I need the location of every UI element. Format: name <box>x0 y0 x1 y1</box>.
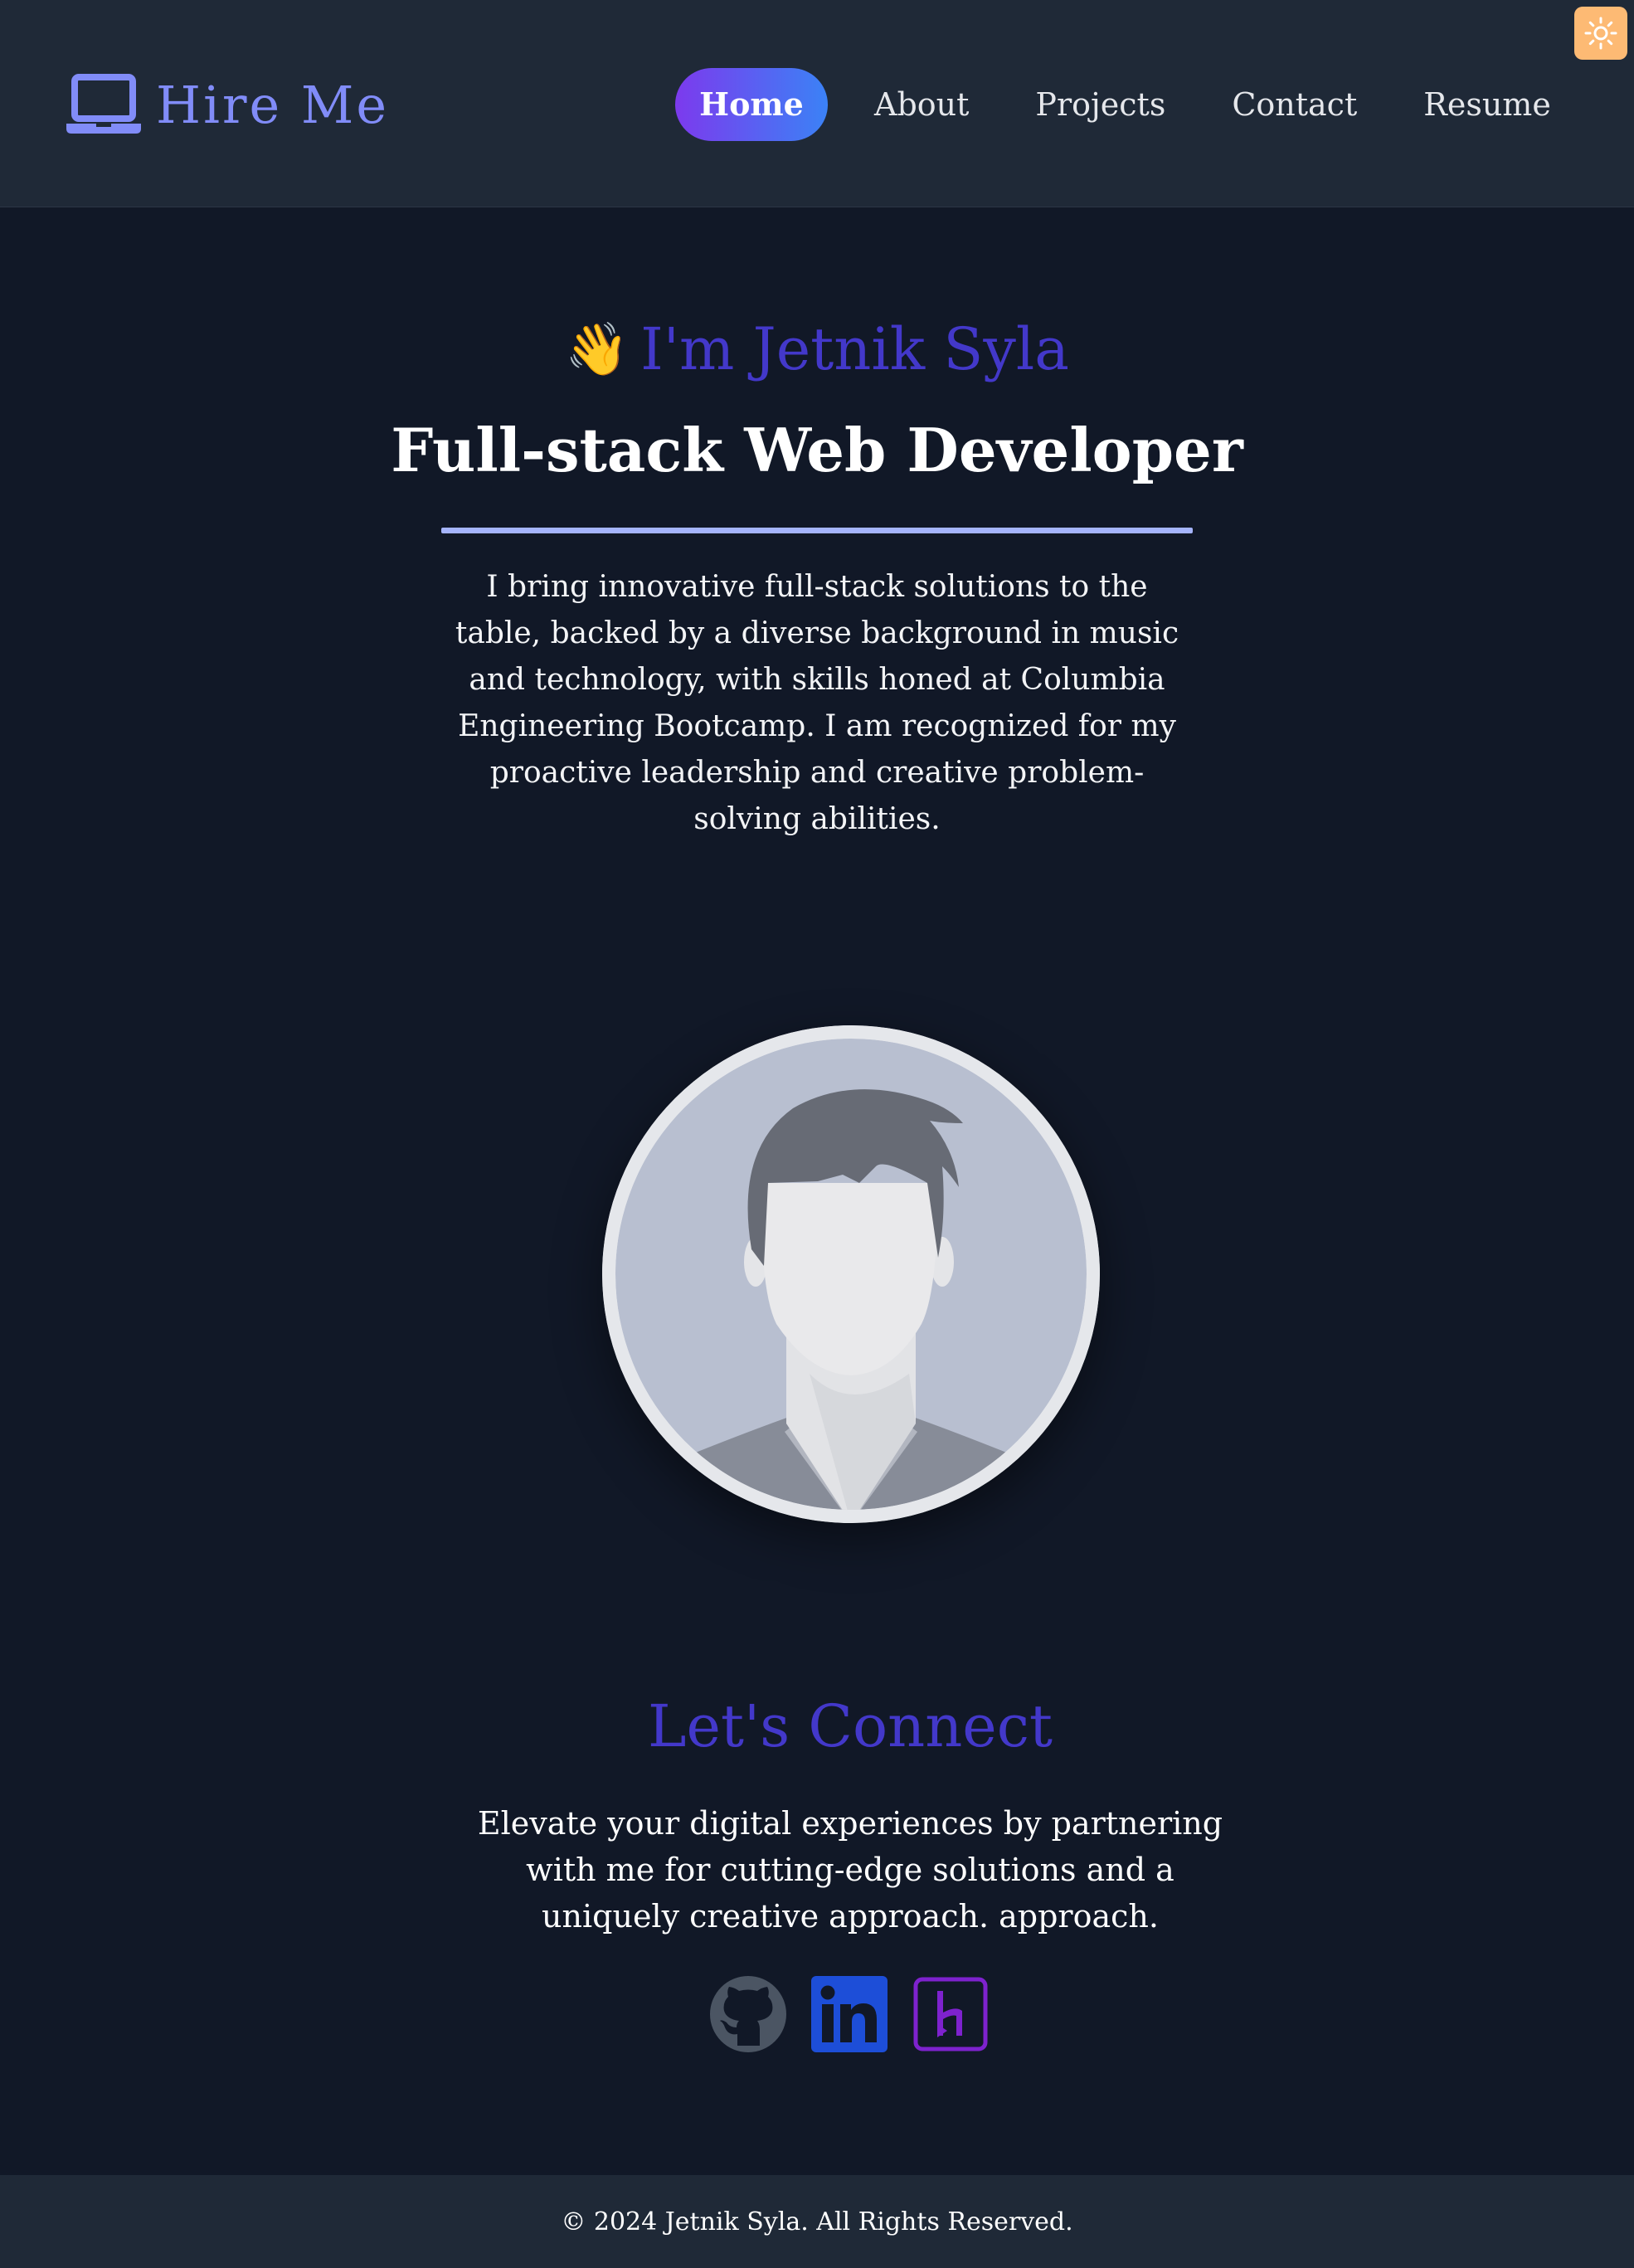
connect-text: Elevate your digital experiences by part… <box>477 1805 1223 1935</box>
nav-projects[interactable]: Projects <box>1002 68 1199 141</box>
heroku-icon[interactable] <box>912 1976 989 2052</box>
logo[interactable]: Hire Me <box>66 73 389 136</box>
nav-about[interactable]: About <box>841 68 1002 141</box>
site-footer: © 2024 Jetnik Syla. All Rights Reserved. <box>0 2175 1634 2268</box>
main-nav: Home About Projects Contact Resume <box>675 68 1584 141</box>
nav-contact[interactable]: Contact <box>1199 68 1390 141</box>
avatar <box>602 1025 1100 1523</box>
social-links <box>710 1976 989 2052</box>
greeting-text: I'm Jetnik Syla <box>640 315 1070 383</box>
laptop-icon <box>66 74 141 134</box>
person-silhouette-icon <box>602 1025 1100 1523</box>
sun-icon <box>1584 17 1617 50</box>
hero-greeting: 👋 I'm Jetnik Syla <box>0 315 1634 383</box>
hero-title: Full-stack Web Developer <box>391 415 1243 485</box>
hero-bio: I bring innovative full-stack solutions … <box>455 570 1179 836</box>
nav-resume[interactable]: Resume <box>1390 68 1584 141</box>
wave-hand-icon: 👋 <box>564 319 630 379</box>
site-header: Hire Me Home About Projects Contact Resu… <box>0 0 1634 207</box>
hero-divider <box>441 528 1193 533</box>
connect-title: Let's Connect <box>647 1692 1053 1760</box>
nav-home[interactable]: Home <box>675 68 828 141</box>
theme-toggle-button[interactable] <box>1574 7 1627 60</box>
github-icon[interactable] <box>710 1976 786 2052</box>
linkedin-icon[interactable] <box>811 1976 888 2052</box>
copyright-text: © 2024 Jetnik Syla. All Rights Reserved. <box>561 2207 1073 2236</box>
logo-text: Hire Me <box>156 74 390 135</box>
